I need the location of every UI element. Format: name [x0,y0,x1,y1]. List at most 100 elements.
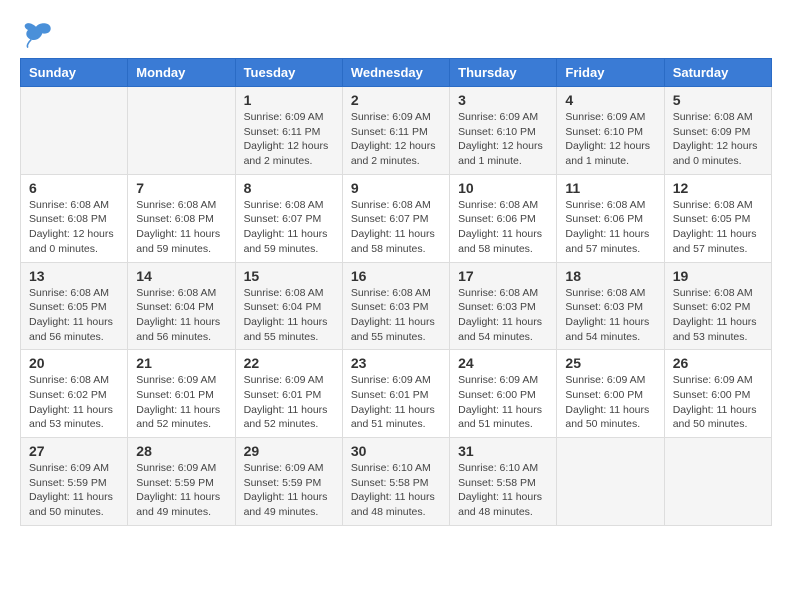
calendar-cell: 6 Sunrise: 6:08 AM Sunset: 6:08 PM Daylig… [21,174,128,262]
weekday-header-tuesday: Tuesday [235,59,342,87]
day-detail: Sunrise: 6:08 AM Sunset: 6:02 PM Dayligh… [673,286,763,345]
calendar-cell: 4 Sunrise: 6:09 AM Sunset: 6:10 PM Daylig… [557,87,664,175]
day-detail: Sunrise: 6:09 AM Sunset: 6:00 PM Dayligh… [565,373,655,432]
day-detail: Sunrise: 6:09 AM Sunset: 6:01 PM Dayligh… [351,373,441,432]
weekday-header-monday: Monday [128,59,235,87]
calendar-cell: 13Sunrise: 6:08 AM Sunset: 6:05 PM Dayli… [21,262,128,350]
day-detail: Sunrise: 6:10 AM Sunset: 5:58 PM Dayligh… [351,461,441,520]
week-row-4: 20 Sunrise: 6:08 AM Sunset: 6:02 PM Dayli… [21,350,772,438]
day-number: 3 [458,92,548,108]
day-number: 22 [244,355,334,371]
day-number: 20 [29,355,119,371]
calendar-cell: 31 Sunrise: 6:10 AM Sunset: 5:58 PM Dayli… [450,438,557,526]
calendar-cell: 25 Sunrise: 6:09 AM Sunset: 6:00 PM Dayli… [557,350,664,438]
day-detail: Sunrise: 6:08 AM Sunset: 6:06 PM Dayligh… [565,198,655,257]
page-header [20,20,772,48]
calendar-cell: 8Sunrise: 6:08 AM Sunset: 6:07 PM Daylig… [235,174,342,262]
week-row-2: 6 Sunrise: 6:08 AM Sunset: 6:08 PM Daylig… [21,174,772,262]
calendar-table: SundayMondayTuesdayWednesdayThursdayFrid… [20,58,772,526]
weekday-header-saturday: Saturday [664,59,771,87]
day-detail: Sunrise: 6:08 AM Sunset: 6:04 PM Dayligh… [244,286,334,345]
calendar-cell: 24 Sunrise: 6:09 AM Sunset: 6:00 PM Dayli… [450,350,557,438]
calendar-cell: 17 Sunrise: 6:08 AM Sunset: 6:03 PM Dayli… [450,262,557,350]
calendar-cell: 26 Sunrise: 6:09 AM Sunset: 6:00 PM Dayli… [664,350,771,438]
day-number: 14 [136,268,226,284]
calendar-cell: 11 Sunrise: 6:08 AM Sunset: 6:06 PM Dayli… [557,174,664,262]
calendar-cell: 7 Sunrise: 6:08 AM Sunset: 6:08 PM Daylig… [128,174,235,262]
week-row-5: 27 Sunrise: 6:09 AM Sunset: 5:59 PM Dayli… [21,438,772,526]
day-detail: Sunrise: 6:09 AM Sunset: 6:00 PM Dayligh… [458,373,548,432]
day-detail: Sunrise: 6:09 AM Sunset: 5:59 PM Dayligh… [29,461,119,520]
calendar-cell: 16 Sunrise: 6:08 AM Sunset: 6:03 PM Dayli… [342,262,449,350]
calendar-cell: 12 Sunrise: 6:08 AM Sunset: 6:05 PM Dayli… [664,174,771,262]
day-detail: Sunrise: 6:08 AM Sunset: 6:04 PM Dayligh… [136,286,226,345]
day-detail: Sunrise: 6:09 AM Sunset: 5:59 PM Dayligh… [244,461,334,520]
calendar-cell: 1 Sunrise: 6:09 AM Sunset: 6:11 PM Daylig… [235,87,342,175]
calendar-cell: 2Sunrise: 6:09 AM Sunset: 6:11 PM Daylig… [342,87,449,175]
day-detail: Sunrise: 6:08 AM Sunset: 6:08 PM Dayligh… [29,198,119,257]
logo [20,20,56,48]
day-detail: Sunrise: 6:10 AM Sunset: 5:58 PM Dayligh… [458,461,548,520]
day-detail: Sunrise: 6:08 AM Sunset: 6:07 PM Dayligh… [351,198,441,257]
calendar-cell [557,438,664,526]
day-detail: Sunrise: 6:08 AM Sunset: 6:02 PM Dayligh… [29,373,119,432]
calendar-cell: 14 Sunrise: 6:08 AM Sunset: 6:04 PM Dayli… [128,262,235,350]
calendar-cell: 21Sunrise: 6:09 AM Sunset: 6:01 PM Dayli… [128,350,235,438]
day-number: 13 [29,268,119,284]
weekday-header-friday: Friday [557,59,664,87]
weekday-header-thursday: Thursday [450,59,557,87]
day-number: 16 [351,268,441,284]
calendar-cell: 28 Sunrise: 6:09 AM Sunset: 5:59 PM Dayli… [128,438,235,526]
day-detail: Sunrise: 6:08 AM Sunset: 6:03 PM Dayligh… [565,286,655,345]
day-number: 11 [565,180,655,196]
calendar-cell: 29 Sunrise: 6:09 AM Sunset: 5:59 PM Dayli… [235,438,342,526]
logo-bird-icon [20,20,52,48]
week-row-3: 13Sunrise: 6:08 AM Sunset: 6:05 PM Dayli… [21,262,772,350]
week-row-1: 1 Sunrise: 6:09 AM Sunset: 6:11 PM Daylig… [21,87,772,175]
day-number: 7 [136,180,226,196]
day-number: 6 [29,180,119,196]
calendar-cell: 3 Sunrise: 6:09 AM Sunset: 6:10 PM Daylig… [450,87,557,175]
calendar-cell: 19 Sunrise: 6:08 AM Sunset: 6:02 PM Dayli… [664,262,771,350]
day-detail: Sunrise: 6:09 AM Sunset: 6:01 PM Dayligh… [136,373,226,432]
day-number: 19 [673,268,763,284]
day-number: 17 [458,268,548,284]
calendar-cell: 27 Sunrise: 6:09 AM Sunset: 5:59 PM Dayli… [21,438,128,526]
day-detail: Sunrise: 6:09 AM Sunset: 6:00 PM Dayligh… [673,373,763,432]
day-detail: Sunrise: 6:09 AM Sunset: 6:10 PM Dayligh… [565,110,655,169]
day-number: 28 [136,443,226,459]
calendar-cell: 10 Sunrise: 6:08 AM Sunset: 6:06 PM Dayli… [450,174,557,262]
day-number: 26 [673,355,763,371]
day-number: 2 [351,92,441,108]
day-detail: Sunrise: 6:08 AM Sunset: 6:03 PM Dayligh… [351,286,441,345]
calendar-cell: 9 Sunrise: 6:08 AM Sunset: 6:07 PM Daylig… [342,174,449,262]
calendar-cell [21,87,128,175]
day-number: 5 [673,92,763,108]
day-detail: Sunrise: 6:08 AM Sunset: 6:03 PM Dayligh… [458,286,548,345]
calendar-cell: 18Sunrise: 6:08 AM Sunset: 6:03 PM Dayli… [557,262,664,350]
day-detail: Sunrise: 6:08 AM Sunset: 6:05 PM Dayligh… [673,198,763,257]
day-detail: Sunrise: 6:09 AM Sunset: 5:59 PM Dayligh… [136,461,226,520]
day-number: 25 [565,355,655,371]
calendar-cell: 30 Sunrise: 6:10 AM Sunset: 5:58 PM Dayli… [342,438,449,526]
day-detail: Sunrise: 6:08 AM Sunset: 6:08 PM Dayligh… [136,198,226,257]
calendar-cell: 22 Sunrise: 6:09 AM Sunset: 6:01 PM Dayli… [235,350,342,438]
day-number: 10 [458,180,548,196]
day-detail: Sunrise: 6:09 AM Sunset: 6:10 PM Dayligh… [458,110,548,169]
day-detail: Sunrise: 6:09 AM Sunset: 6:11 PM Dayligh… [244,110,334,169]
calendar-cell: 15Sunrise: 6:08 AM Sunset: 6:04 PM Dayli… [235,262,342,350]
day-detail: Sunrise: 6:09 AM Sunset: 6:01 PM Dayligh… [244,373,334,432]
day-number: 30 [351,443,441,459]
day-number: 4 [565,92,655,108]
day-number: 9 [351,180,441,196]
day-number: 27 [29,443,119,459]
calendar-cell [664,438,771,526]
day-number: 24 [458,355,548,371]
day-number: 29 [244,443,334,459]
day-number: 8 [244,180,334,196]
day-number: 1 [244,92,334,108]
weekday-header-row: SundayMondayTuesdayWednesdayThursdayFrid… [21,59,772,87]
day-number: 12 [673,180,763,196]
day-number: 31 [458,443,548,459]
day-detail: Sunrise: 6:08 AM Sunset: 6:06 PM Dayligh… [458,198,548,257]
